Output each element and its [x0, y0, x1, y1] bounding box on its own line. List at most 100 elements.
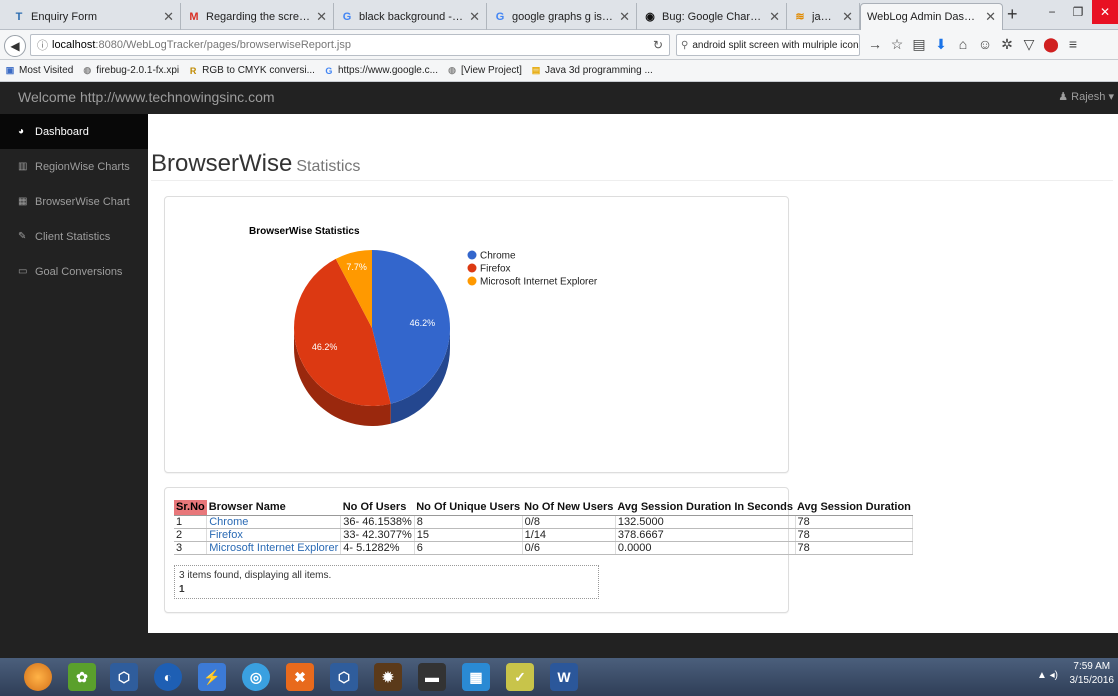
legend-marker — [467, 250, 477, 260]
google-icon: G — [342, 10, 352, 23]
legend-label[interactable]: Chrome — [480, 251, 516, 262]
sidebar-item-goal-conversions[interactable]: ▭ Goal Conversions — [0, 254, 148, 289]
close-icon[interactable]: ✕ — [316, 9, 327, 25]
site-info-icon[interactable]: ⓘ — [37, 37, 48, 53]
column-header[interactable]: Avg Session Duration In Seconds — [615, 500, 796, 516]
maximize-icon[interactable]: ❐ — [1066, 0, 1090, 24]
back-button[interactable]: ◀ — [4, 35, 26, 57]
tab-google-graphs[interactable]: G google graphs g is unde... ✕ — [487, 3, 637, 30]
cell-browser-link[interactable]: Microsoft Internet Explorer — [206, 541, 342, 555]
items-found-text: 3 items found, displaying all items. — [179, 570, 332, 581]
chart-app-icon[interactable]: ✓ — [506, 663, 534, 691]
close-icon[interactable]: ✕ — [769, 9, 780, 25]
extension-icon[interactable]: ✲ — [996, 36, 1018, 53]
bookmark-star-icon[interactable]: ☆ — [886, 36, 908, 53]
cell-users: 36- 46.1538% — [340, 515, 415, 529]
feather-icon[interactable]: ⚡ — [198, 663, 226, 691]
clock-time: 7:59 AM — [1073, 661, 1111, 672]
tray-icons[interactable]: ▲ ◂) — [1037, 670, 1058, 681]
app-header: Welcome http://www.technowingsinc.com ♟ … — [0, 82, 1118, 114]
cell-users: 4- 5.1282% — [340, 541, 415, 555]
sidebar-item-dashboard[interactable]: ◕ Dashboard — [0, 114, 148, 149]
go-arrow-icon[interactable]: → — [864, 36, 886, 53]
reading-list-icon[interactable]: ▤ — [908, 36, 930, 53]
chrome-icon[interactable]: ◎ — [242, 663, 270, 691]
close-icon[interactable]: ✕ — [163, 9, 174, 25]
column-header[interactable]: No Of Users — [340, 500, 415, 516]
home-icon[interactable]: ⌂ — [952, 36, 974, 53]
new-tab-button[interactable]: + — [1007, 4, 1018, 25]
brand-link[interactable]: Welcome http://www.technowingsinc.com — [18, 89, 275, 105]
sidebar-item-browserwise-chart[interactable]: ▦ BrowserWise Chart — [0, 184, 148, 219]
virtualbox-icon[interactable]: ⬡ — [330, 663, 358, 691]
eclipse-icon[interactable]: ◐ — [154, 663, 182, 691]
close-icon[interactable]: ✕ — [619, 9, 630, 25]
table-header-row: Sr.No Browser Name No Of Users No Of Uni… — [174, 500, 913, 516]
word-icon[interactable]: W — [550, 663, 578, 691]
menu-icon[interactable]: ≡ — [1062, 36, 1084, 53]
column-header[interactable]: Browser Name — [206, 500, 341, 516]
green-app-icon[interactable]: ✿ — [68, 663, 96, 691]
folder-icon: ▤ — [531, 65, 541, 75]
tab-javascript-trouble[interactable]: ≋ javascript - Trouble with... ✕ — [787, 3, 860, 30]
chat-icon[interactable]: ☺ — [974, 36, 996, 53]
cell-srno: 1 — [174, 515, 208, 529]
virtualbox-icon[interactable]: ⬡ — [110, 663, 138, 691]
column-header[interactable]: Avg Session Duration — [795, 500, 913, 516]
bookmark-item[interactable]: Ghttps://www.google.c... — [323, 65, 438, 77]
globe-icon: ◍ — [83, 65, 92, 75]
column-header[interactable]: Sr.No — [174, 500, 207, 516]
legend-label[interactable]: Firefox — [480, 264, 511, 275]
bookmark-item[interactable]: ▣ Most Visited — [4, 65, 74, 77]
cell-new-users: 0/6 — [522, 541, 616, 555]
sidebar-item-regionwise-charts[interactable]: ▥ RegionWise Charts — [0, 149, 148, 184]
arrow-left-icon: ◀ — [10, 39, 20, 53]
bookmark-item[interactable]: ◍ firebug-2.0.1-fx.xpi — [81, 65, 179, 77]
tab-bug-google-charts[interactable]: ◉ Bug: Google Charts will ... ✕ — [637, 3, 787, 30]
column-header[interactable]: No Of Unique Users — [414, 500, 523, 516]
system-clock[interactable]: 7:59 AM 3/15/2016 — [1070, 660, 1115, 688]
sidebar: ◕ Dashboard ▥ RegionWise Charts ▦ BrowserWi… — [0, 114, 148, 633]
url-bar[interactable]: ⓘ localhost :8080/WebLogTracker/pages/br… — [30, 34, 670, 56]
table-row: 2 Firefox 33- 42.3077% 15 1/14 378.6667 … — [174, 528, 914, 542]
close-icon[interactable]: ✕ — [842, 9, 853, 25]
github-icon: ◉ — [645, 11, 655, 23]
search-value: android split screen with mulriple icons — [692, 39, 860, 51]
close-icon[interactable]: ✕ — [469, 9, 480, 25]
gear-app-icon[interactable]: ✹ — [374, 663, 402, 691]
bookmark-folder-icon: ▣ — [5, 65, 15, 75]
reload-icon[interactable]: ↻ — [653, 38, 663, 52]
pocket-icon[interactable]: ▽ — [1018, 36, 1040, 53]
tab-regarding-screenshot[interactable]: M Regarding the screensh... ✕ — [181, 3, 334, 30]
close-icon[interactable]: ✕ — [985, 9, 996, 25]
xampp-icon[interactable]: ✖ — [286, 663, 314, 691]
terminal-icon[interactable]: ▬ — [418, 663, 446, 691]
tab-weblog-admin-dashboard[interactable]: WebLog Admin Dashboard ✕ — [860, 3, 1003, 30]
column-header[interactable]: No Of New Users — [522, 500, 616, 516]
sidebar-item-client-statistics[interactable]: ✎ Client Statistics — [0, 219, 148, 254]
tab-black-background[interactable]: G black background - Goo... ✕ — [334, 3, 487, 30]
search-icon: ⚲ — [681, 39, 689, 51]
dashboard-icon: ◕ — [18, 126, 25, 137]
tab-enquiry-form[interactable]: T Enquiry Form ✕ — [6, 3, 181, 30]
start-button[interactable] — [24, 663, 52, 691]
bookmark-item[interactable]: R RGB to CMYK conversi... — [187, 65, 315, 77]
slice-label: 46.2% — [410, 318, 436, 328]
browser-nav-bar: ◀ ⓘ localhost :8080/WebLogTracker/pages/… — [0, 30, 1118, 60]
cell-avg-seconds: 0.0000 — [615, 541, 796, 555]
search-input[interactable]: ⚲ android split screen with mulriple ico… — [676, 34, 860, 56]
bookmark-item[interactable]: ◍ [View Project] — [446, 65, 522, 77]
adblock-icon[interactable]: ⬤ — [1040, 36, 1062, 53]
legend-label[interactable]: Microsoft Internet Explorer — [480, 277, 598, 288]
cell-browser-link[interactable]: Firefox — [206, 528, 342, 542]
close-window-icon[interactable]: ✕ — [1092, 0, 1118, 24]
window-app-icon[interactable]: ▦ — [462, 663, 490, 691]
cell-browser-link[interactable]: Chrome — [206, 515, 342, 529]
page-number[interactable]: 1 — [179, 584, 594, 595]
user-menu[interactable]: ♟ Rajesh ▾ — [1058, 90, 1114, 103]
bookmark-item[interactable]: ▤ Java 3d programming ... — [530, 65, 653, 77]
slice-label: 7.7% — [346, 262, 367, 272]
cell-avg-seconds: 378.6667 — [615, 528, 796, 542]
minimize-icon[interactable]: − — [1040, 0, 1064, 24]
download-icon[interactable]: ⬇ — [930, 36, 952, 53]
